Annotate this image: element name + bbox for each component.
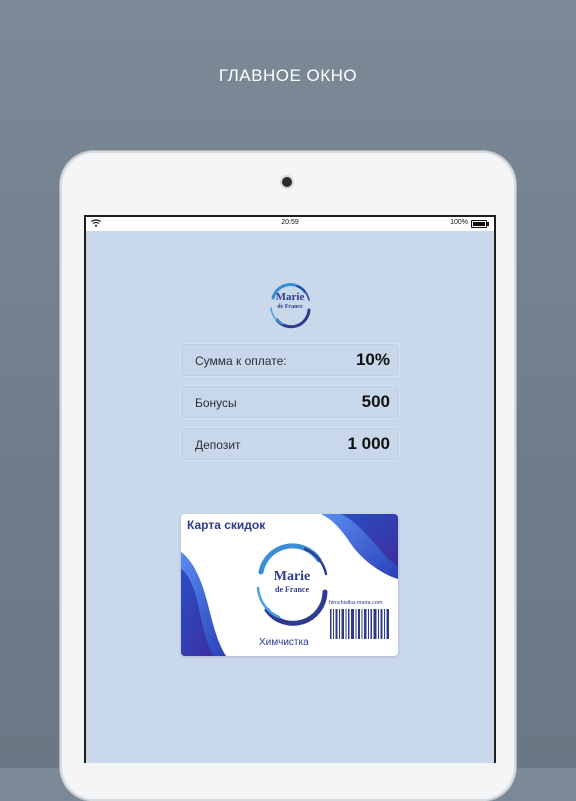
tablet-frame: 20:59 100% Marie de France Сумма к оплат…: [60, 151, 516, 801]
bonuses-value: 500: [361, 392, 390, 411]
payment-amount-value: 10%: [355, 350, 390, 369]
payment-amount-label: Сумма к оплате:: [195, 354, 287, 368]
card-website: himchistka-maria.com: [329, 600, 383, 606]
deposit-value: 1 000: [347, 434, 390, 453]
app-screen: 20:59 100% Marie de France Сумма к оплат…: [84, 215, 496, 763]
brand-logo: Marie de France: [265, 280, 315, 330]
logo-title: Marie: [275, 291, 305, 303]
deposit-row: Депозит 1 000: [181, 428, 399, 460]
card-title: Карта скидок: [187, 518, 266, 532]
battery-percent: 100%: [450, 219, 468, 226]
logo-subtitle: de France: [277, 304, 303, 310]
deposit-label: Депозит: [195, 438, 241, 452]
card-logo-title: Marie: [273, 569, 311, 584]
bonuses-label: Бонусы: [195, 396, 237, 410]
battery-icon: [471, 220, 489, 228]
payment-amount-row: Сумма к оплате: 10%: [181, 344, 399, 376]
discount-card[interactable]: Карта скидок Marie de France himchistka-…: [181, 514, 398, 656]
camera-icon: [282, 177, 292, 187]
bonuses-row: Бонусы 500: [181, 386, 399, 418]
card-caption: Химчистка: [259, 637, 309, 648]
card-logo-subtitle: de France: [275, 585, 309, 594]
barcode-icon: [330, 609, 389, 639]
status-time: 20:59: [281, 219, 299, 226]
page-headline: ГЛАВНОЕ ОКНО: [218, 66, 358, 85]
status-bar: 20:59 100%: [86, 217, 494, 231]
card-brand-logo: Marie de France: [249, 540, 335, 626]
